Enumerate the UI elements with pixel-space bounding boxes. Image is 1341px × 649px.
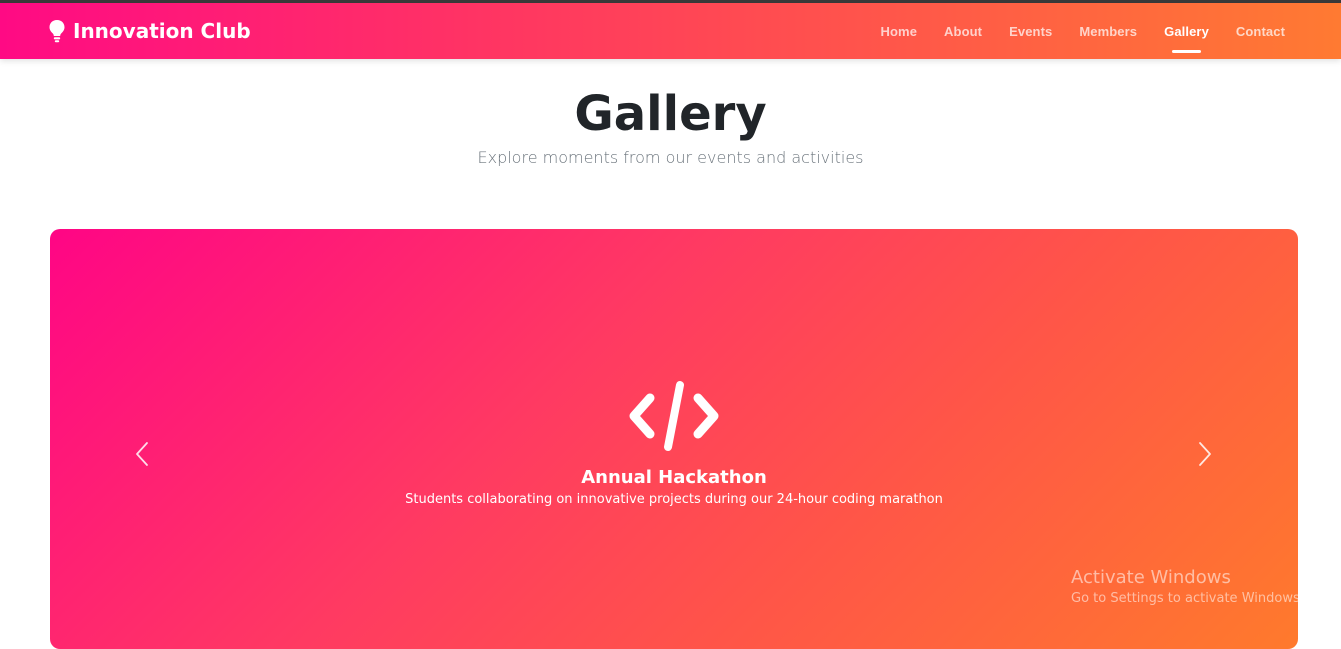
brand-name: Innovation Club: [73, 19, 251, 43]
slide-title: Annual Hackathon: [581, 467, 767, 488]
chevron-right-icon: [1199, 442, 1211, 466]
chevron-left-icon: [136, 442, 148, 466]
nav-links: Home About Events Members Gallery Contac…: [854, 3, 1285, 59]
windows-activation-watermark: Activate Windows Go to Settings to activ…: [1071, 567, 1304, 606]
carousel-prev-button[interactable]: [131, 439, 155, 469]
lightbulb-icon: [49, 20, 65, 43]
brand-link[interactable]: Innovation Club: [48, 17, 251, 45]
watermark-subtitle: Go to Settings to activate Windows.: [1071, 591, 1304, 606]
slide-caption: Students collaborating on innovative pro…: [405, 492, 943, 507]
code-icon: [629, 381, 719, 451]
nav-link-home[interactable]: Home: [881, 24, 918, 39]
nav-link-about[interactable]: About: [944, 24, 982, 39]
nav-link-members[interactable]: Members: [1079, 24, 1137, 39]
navbar: Innovation Club Home About Events Member…: [0, 3, 1341, 59]
nav-link-contact[interactable]: Contact: [1236, 24, 1285, 39]
nav-link-events[interactable]: Events: [1009, 24, 1052, 39]
watermark-title: Activate Windows: [1071, 567, 1231, 588]
page-title: Gallery: [574, 86, 767, 142]
page-subtitle: Explore moments from our events and acti…: [477, 148, 864, 167]
carousel-next-button[interactable]: [1192, 439, 1216, 469]
nav-link-gallery[interactable]: Gallery: [1164, 24, 1209, 53]
